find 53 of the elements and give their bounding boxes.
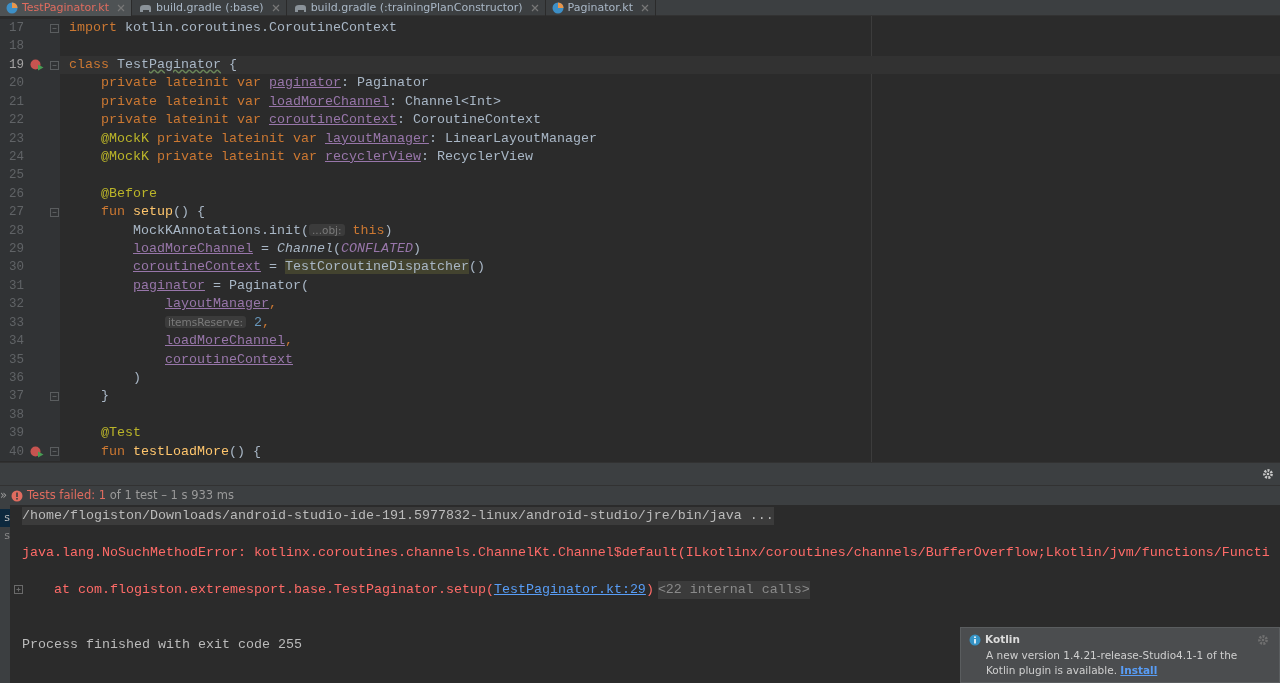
expand-icon[interactable] xyxy=(14,584,23,594)
file-icon xyxy=(551,2,564,14)
code-line: layoutManager, xyxy=(164,295,277,314)
code-line: private lateinit var paginator: Paginator xyxy=(100,74,429,93)
code-line: import kotlin.coroutines.CoroutineContext xyxy=(68,19,397,37)
code-line: ) xyxy=(132,369,141,387)
code-line: } xyxy=(100,387,109,406)
code-line: private lateinit var coroutineContext: CoroutineContext xyxy=(100,111,541,130)
code-line: itemsReserve: 2, xyxy=(60,313,270,333)
code-line: class TestPaginator { xyxy=(68,55,237,74)
close-icon[interactable] xyxy=(530,4,539,12)
settings-icon[interactable] xyxy=(1262,468,1274,480)
elephant-icon xyxy=(292,2,307,14)
fold-marker-icon[interactable] xyxy=(50,207,59,217)
code-line: loadMoreChannel, xyxy=(164,332,293,351)
elephant-icon xyxy=(138,2,153,14)
code-line: coroutineContext xyxy=(164,350,293,369)
exit-message: Process finished with exit code 255 xyxy=(22,635,302,654)
test-tree-item[interactable]: s xyxy=(0,527,10,545)
close-icon[interactable] xyxy=(271,4,280,12)
notification-title: Kotlin xyxy=(985,632,1020,647)
run-icon[interactable] xyxy=(30,445,44,458)
install-link[interactable]: Install xyxy=(1120,663,1158,676)
run-icon[interactable] xyxy=(30,59,44,72)
source-link[interactable]: TestPaginator.kt:29 xyxy=(493,581,646,597)
folded-calls[interactable]: <22 internal calls> xyxy=(657,580,810,599)
close-icon[interactable] xyxy=(640,4,649,12)
file-icon xyxy=(6,2,18,14)
code-line: @Before xyxy=(100,184,157,203)
expand-toggle[interactable]: » xyxy=(0,486,8,505)
code-line: coroutineContext = TestCoroutineDispatcher() xyxy=(132,258,485,277)
fold-marker-icon[interactable] xyxy=(50,392,59,402)
fold-marker-icon[interactable] xyxy=(50,23,59,33)
test-status: Tests failed: 1 of 1 test – 1 s 933 ms xyxy=(27,486,234,504)
error-message: java.lang.NoSuchMethodError: kotlinx.coroutines.channels.ChannelKt.Channel$default(ILkotlinx/coroutines/channels/BufferOverflow;Lkotlin/jvm/functions/Functi xyxy=(22,543,1270,562)
line-number: 19 xyxy=(8,56,24,74)
code-line: paginator = Paginator( xyxy=(132,276,309,295)
code-line: private lateinit var loadMoreChannel: Channel<Int> xyxy=(100,92,501,111)
close-icon[interactable] xyxy=(117,4,126,12)
error-icon xyxy=(11,489,24,502)
code-line: fun testLoadMore() { xyxy=(100,442,261,461)
stack-trace-line: at com.flogiston.extremesport.base.TestPaginator.setup(TestPaginator.kt:29) xyxy=(54,580,654,599)
code-line: fun setup() { xyxy=(100,203,205,222)
code-line: MockKAnnotations.init( ...obj: this) xyxy=(132,222,393,241)
code-line: @MockK private lateinit var layoutManager: LinearLayoutManager xyxy=(100,129,597,148)
code-line: @Test xyxy=(100,424,141,443)
fold-marker-icon[interactable] xyxy=(50,447,59,457)
fold-marker-icon[interactable] xyxy=(50,60,59,70)
notification-text: A new version 1.4.21-release-Studio4.1-1 of the Kotlin plugin is available. Install xyxy=(985,647,1239,678)
test-tree-item[interactable]: s xyxy=(0,509,10,527)
code-line: loadMoreChannel = Channel(CONFLATED) xyxy=(132,240,421,259)
info-icon xyxy=(969,633,981,646)
code-line: @MockK private lateinit var recyclerView: RecyclerView xyxy=(100,147,533,166)
